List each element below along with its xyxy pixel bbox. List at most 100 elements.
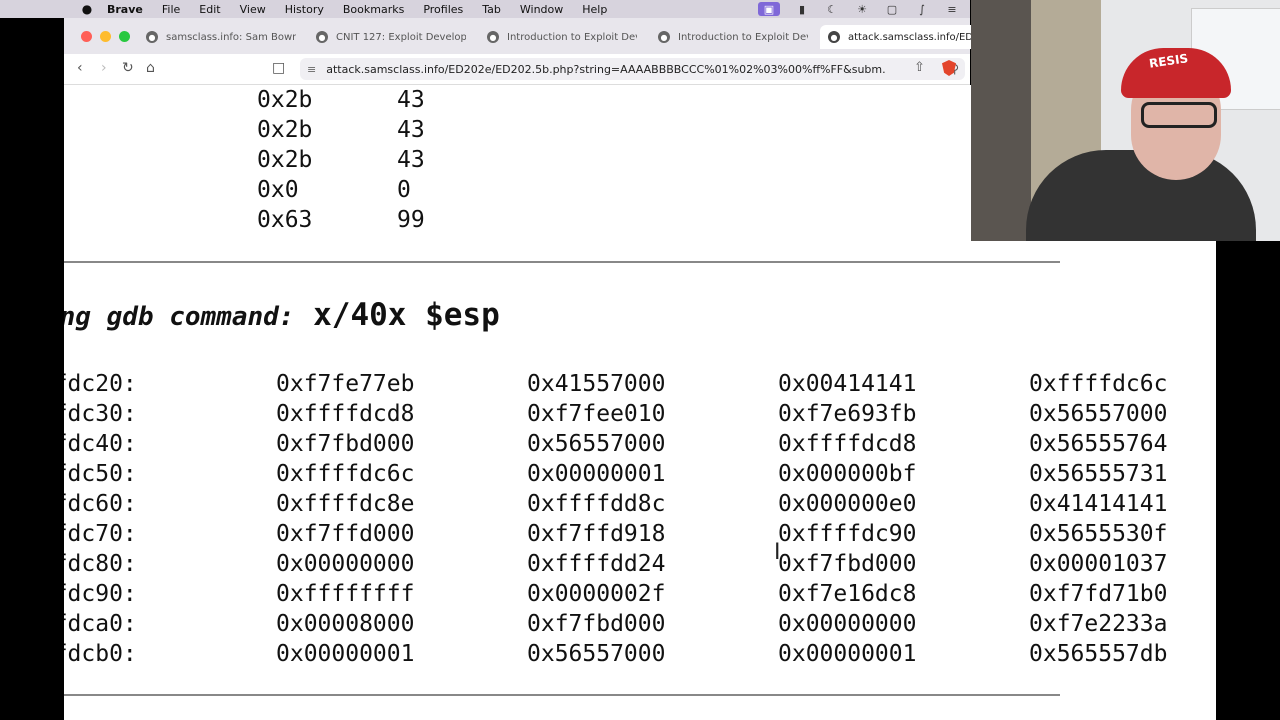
register-dec: 99 (397, 207, 425, 233)
table-row: 0x63 99 (257, 205, 425, 235)
memory-value: 0x56557000 (527, 641, 666, 667)
site-favicon-icon: ● (658, 31, 670, 43)
divider (64, 694, 1060, 696)
window-icon[interactable]: ▢ (884, 2, 900, 16)
table-row: 0x2b 43 (257, 145, 425, 175)
memory-value: 0xf7fbd000 (778, 551, 917, 577)
memory-address: fffdcb0: (64, 641, 137, 667)
register-dec: 0 (397, 177, 411, 203)
table-row: fffdc30: 0xffffdcd8 0xf7fee010 0xf7e693f… (64, 399, 1216, 429)
glasses (1141, 102, 1217, 128)
register-hex: 0x2b (257, 87, 313, 113)
menu-tab[interactable]: Tab (482, 3, 501, 16)
forward-arrow-icon[interactable]: › (101, 60, 107, 76)
memory-value: 0x41557000 (527, 371, 666, 397)
register-hex: 0x0 (257, 177, 299, 203)
moon-icon[interactable]: ☾ (824, 2, 840, 16)
reload-icon[interactable]: ↻ (122, 60, 134, 76)
table-row: 0x2b 43 (257, 85, 425, 115)
text-cursor-icon: I (774, 540, 781, 565)
webcam-overlay: RESIS (971, 0, 1280, 241)
apple-icon[interactable]: ● (77, 2, 97, 16)
table-row: fffdc40: 0xf7fbd000 0x56557000 0xffffdcd… (64, 429, 1216, 459)
memory-value: 0x000000bf (778, 461, 917, 487)
tab-label: CNIT 127: Exploit Developme (336, 31, 466, 43)
memory-value: 0x00000000 (276, 551, 415, 577)
menu-history[interactable]: History (285, 3, 324, 16)
memory-value: 0xf7fe77eb (276, 371, 415, 397)
table-row: fffdcb0: 0x00000001 0x56557000 0x0000000… (64, 639, 1216, 669)
table-row: fffdc50: 0xffffdc6c 0x00000001 0x000000b… (64, 459, 1216, 489)
tab-label: samsclass.info: Sam Bowne (166, 31, 296, 43)
tab-label: Introduction to Exploit Deve (507, 31, 637, 43)
memory-value: 0xffffdcd8 (778, 431, 917, 457)
memory-value: 0xf7ffd918 (527, 521, 666, 547)
memory-value: 0xf7e2233a (1029, 611, 1168, 637)
memory-value: 0xf7ffd000 (276, 521, 415, 547)
memory-value: 0x56557000 (527, 431, 666, 457)
tab-strip: ● samsclass.info: Sam Bowne ● CNIT 127: … (64, 18, 978, 54)
memory-value: 0x00000001 (276, 641, 415, 667)
memory-value: 0x00008000 (276, 611, 415, 637)
battery-icon[interactable]: ▮ (794, 2, 810, 16)
memory-address: fffdc90: (64, 581, 137, 607)
brightness-icon[interactable]: ☀ (854, 2, 870, 16)
tab-label: attack.samsclass.info/ED (848, 31, 973, 43)
menu-window[interactable]: Window (520, 3, 563, 16)
menu-file[interactable]: File (162, 3, 180, 16)
memory-address: fffdc50: (64, 461, 137, 487)
table-row: 0x0 0 (257, 175, 425, 205)
tab-attack-active[interactable]: ● attack.samsclass.info/ED × (820, 25, 978, 49)
share-icon[interactable]: ⇧ (914, 60, 925, 75)
menu-app-name[interactable]: Brave (107, 3, 143, 16)
heading-label: ing gdb command: (64, 302, 295, 332)
menu-help[interactable]: Help (582, 3, 607, 16)
tab-intro-exploit-2[interactable]: ● Introduction to Exploit Devel (658, 25, 808, 49)
control-center-icon[interactable]: ≡ (944, 2, 960, 16)
memory-value: 0x000000e0 (778, 491, 917, 517)
site-favicon-icon: ● (487, 31, 499, 43)
memory-dump-table: fffdc20: 0xf7fe77eb 0x41557000 0x0041414… (64, 369, 1216, 669)
tab-intro-exploit-1[interactable]: ● Introduction to Exploit Deve (487, 25, 637, 49)
address-bar[interactable]: ≡ attack.samsclass.info/ED202e/ED202.5b.… (300, 58, 965, 80)
globe-icon: ● (146, 31, 158, 43)
memory-address: fffdc20: (64, 371, 137, 397)
memory-value: 0x56555731 (1029, 461, 1168, 487)
site-settings-icon[interactable]: ≡ (307, 63, 316, 76)
globe-icon: ● (828, 31, 840, 43)
menu-view[interactable]: View (240, 3, 266, 16)
divider (64, 261, 1060, 263)
tab-cnit127[interactable]: ● CNIT 127: Exploit Developme (316, 25, 466, 49)
zoom-window-button[interactable] (119, 31, 130, 42)
memory-address: fffdc80: (64, 551, 137, 577)
tab-samsclass[interactable]: ● samsclass.info: Sam Bowne (146, 25, 296, 49)
home-icon[interactable]: ⌂ (146, 60, 155, 76)
menu-edit[interactable]: Edit (199, 3, 220, 16)
menu-profiles[interactable]: Profiles (423, 3, 463, 16)
memory-address: fffdca0: (64, 611, 137, 637)
minimize-window-button[interactable] (100, 31, 111, 42)
bookmark-icon[interactable]: □ (272, 60, 285, 76)
memory-value: 0xffffdc6c (1029, 371, 1168, 397)
memory-value: 0xffffdc8e (276, 491, 415, 517)
memory-value: 0xffffdcd8 (276, 401, 415, 427)
macos-menu-bar: ● Brave File Edit View History Bookmarks… (0, 0, 970, 18)
gdb-command-heading: ing gdb command: x/40x $esp (64, 297, 500, 333)
menu-bookmarks[interactable]: Bookmarks (343, 3, 404, 16)
memory-value: 0xffffdd24 (527, 551, 666, 577)
register-dec: 43 (397, 87, 425, 113)
register-dec: 43 (397, 147, 425, 173)
url-text[interactable]: attack.samsclass.info/ED202e/ED202.5b.ph… (326, 63, 886, 76)
browser-toolbar: ‹ › ↻ ⌂ □ ≡ attack.samsclass.info/ED202e… (64, 54, 970, 85)
bluetooth-icon[interactable]: ∫ (914, 2, 930, 16)
memory-address: fffdc60: (64, 491, 137, 517)
memory-value: 0x00000000 (778, 611, 917, 637)
memory-value: 0xf7fbd000 (276, 431, 415, 457)
close-window-button[interactable] (81, 31, 92, 42)
screen-share-icon[interactable]: ▣ (758, 2, 780, 16)
back-arrow-icon[interactable]: ‹ (77, 60, 83, 76)
memory-value: 0xf7e16dc8 (778, 581, 917, 607)
register-hex: 0x2b (257, 147, 313, 173)
memory-value: 0xffffdd8c (527, 491, 666, 517)
memory-value: 0x00000001 (527, 461, 666, 487)
